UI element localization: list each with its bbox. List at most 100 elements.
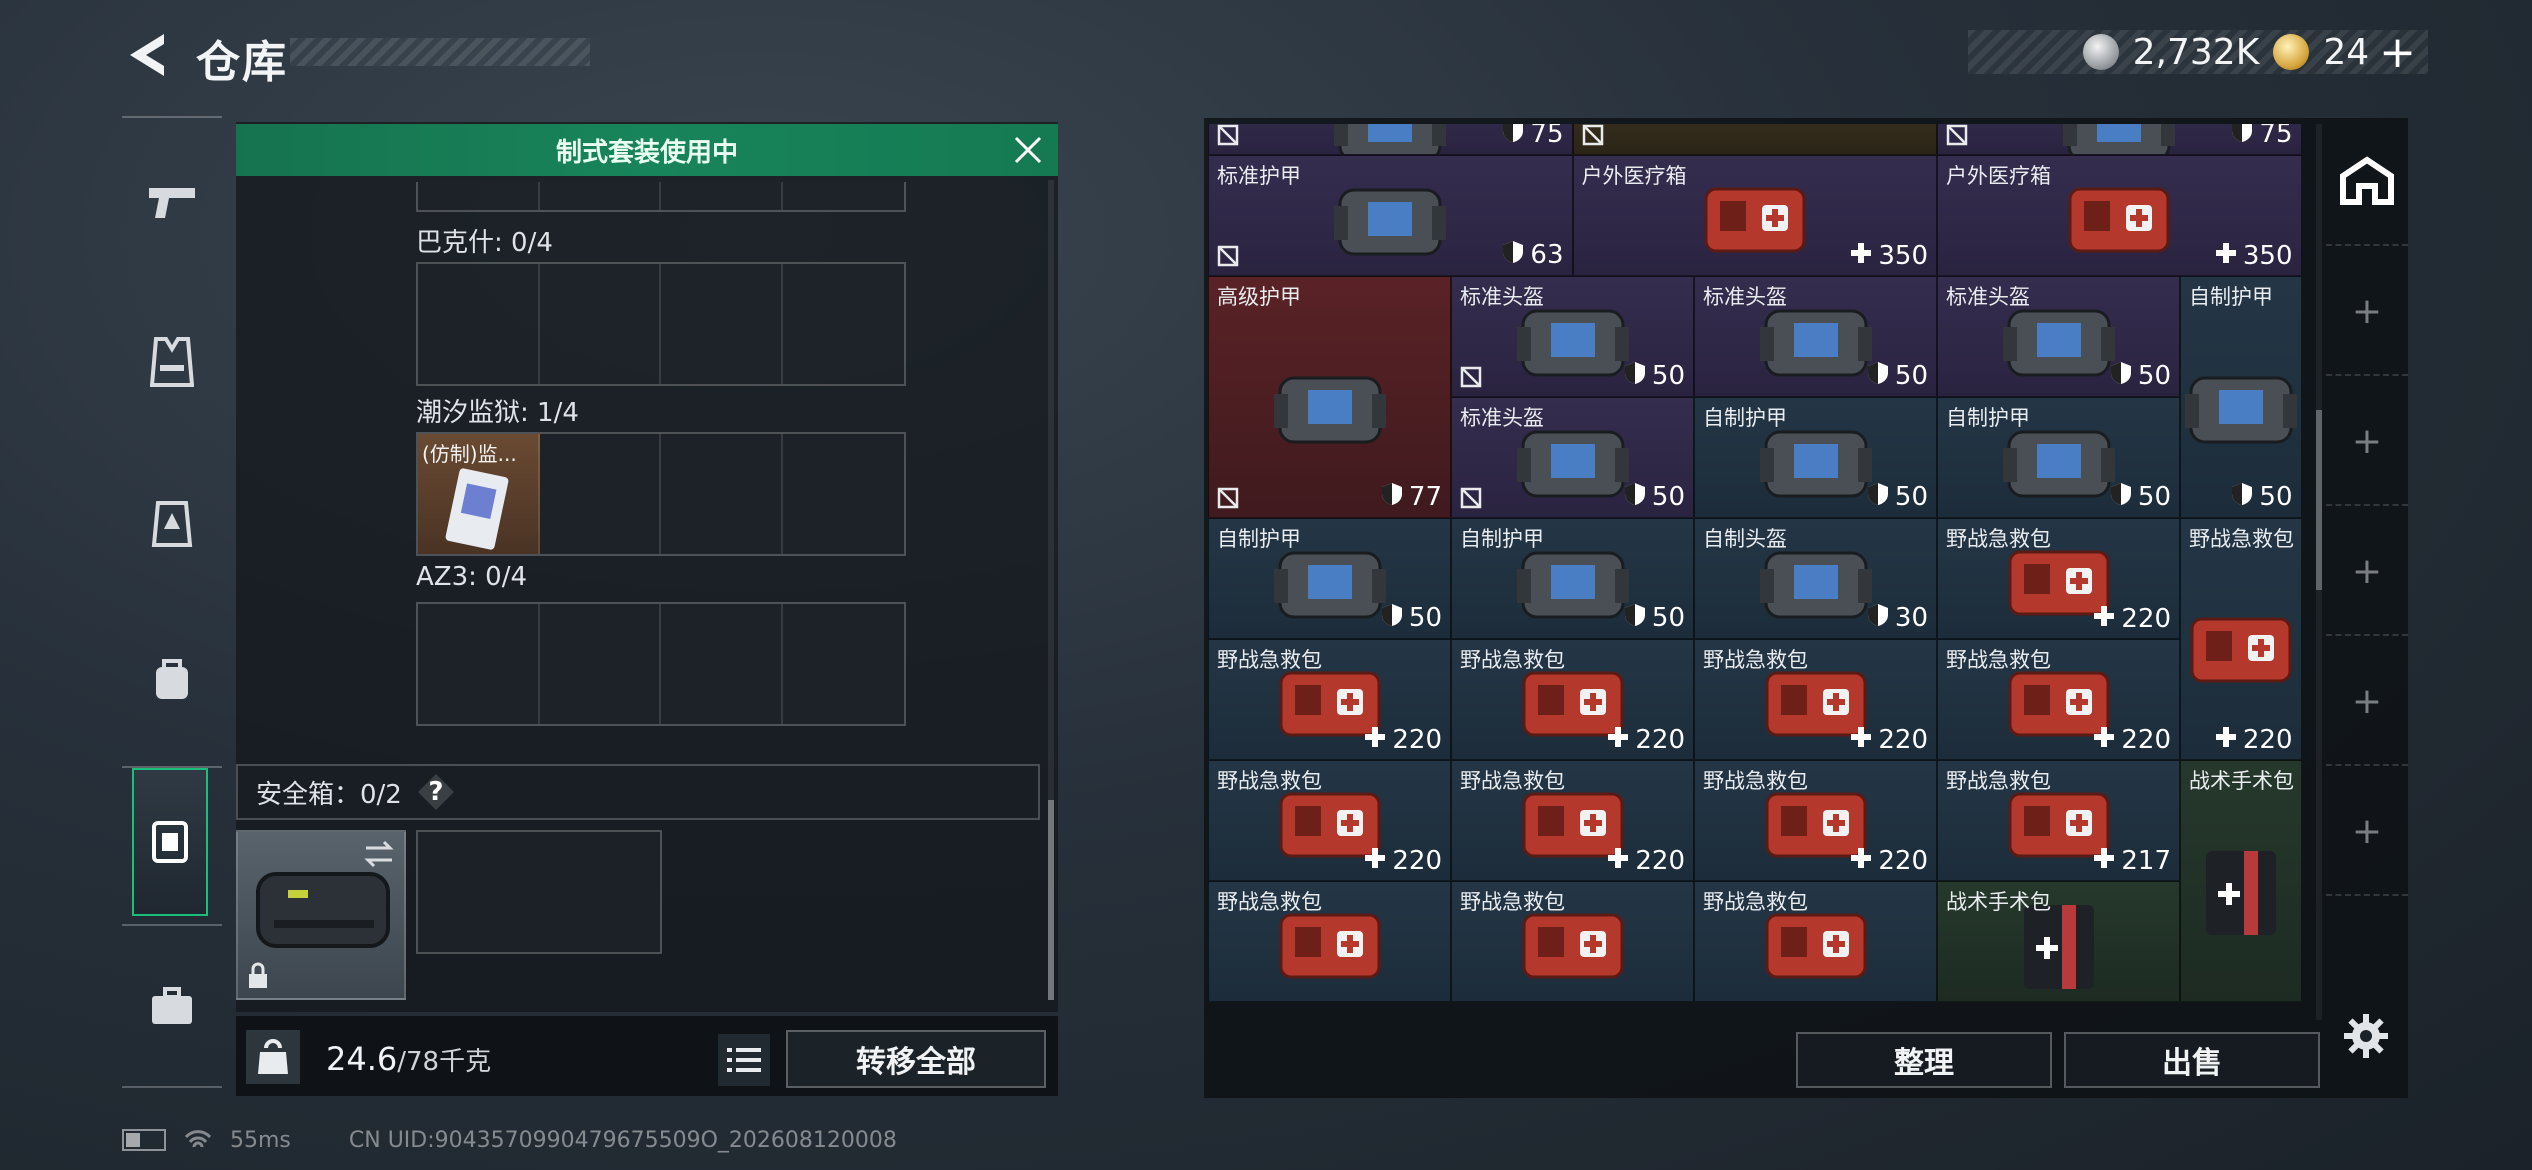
heal-cross-icon (2093, 725, 2115, 755)
safebox-empty-slot[interactable] (416, 830, 662, 954)
safebox-item[interactable] (236, 830, 406, 1000)
list-view-button[interactable] (718, 1034, 770, 1086)
stash-item[interactable]: 自制护甲 50 (1694, 396, 1937, 518)
stash-item[interactable]: 野战急救包 220 (1937, 638, 2180, 760)
add-currency-button[interactable]: + (2379, 27, 2416, 78)
stash-item[interactable]: 野战急救包 220 (1937, 517, 2180, 639)
stash-item-value: 220 (1364, 725, 1442, 755)
stash-page-add-tab[interactable]: + (2326, 768, 2408, 896)
stash-item-value-text: 220 (1392, 724, 1442, 755)
stash-item[interactable]: 战术手术包 (2180, 759, 2302, 1002)
stash-item-name: 标准头盔 (1460, 405, 1544, 430)
stash-page-add-tab[interactable]: + (2326, 248, 2408, 376)
stash-item[interactable]: 户外医疗箱 350 (1937, 154, 2302, 276)
stash-item[interactable]: 野战急救包 (1694, 880, 1937, 1002)
item-icon (2196, 841, 2286, 945)
stash-item[interactable]: 自制头盔 30 (1694, 517, 1937, 639)
stash-item[interactable]: 标准头盔 50 (1451, 275, 1694, 397)
wifi-icon (184, 1130, 212, 1148)
slot-grid-tidal[interactable]: (仿制)监... (416, 432, 906, 556)
toolbox-tab[interactable] (130, 964, 214, 1048)
stash-item-value-text: 75 (2259, 124, 2293, 149)
gear-icon (2344, 1014, 2388, 1058)
loadout-scrollbar-thumb[interactable] (1048, 800, 1054, 1000)
stash-page-add-tab[interactable]: + (2326, 378, 2408, 506)
stash-item[interactable]: 野战急救包 220 (1694, 638, 1937, 760)
safebox-icon (152, 821, 188, 863)
sort-button[interactable]: 整理 (1796, 1032, 2052, 1088)
stash-item[interactable]: 户外医疗箱 350 (1572, 154, 1937, 276)
stash-page-rail: + + + + + (2326, 118, 2408, 1018)
tidal-item-card[interactable]: (仿制)监... (418, 434, 540, 554)
backpack-tab[interactable] (130, 636, 214, 720)
stash-item-name: 标准头盔 (1460, 284, 1544, 309)
safebox-tab[interactable] (132, 768, 208, 916)
stash-item[interactable]: 野战急救包 (1451, 880, 1694, 1002)
lock-icon (249, 962, 267, 988)
stash-item-value: 77 (1381, 482, 1442, 513)
stash-item[interactable]: 高级护甲 77 (1208, 275, 1451, 518)
stash-item[interactable]: 战术手术包 (1937, 880, 2180, 1002)
transfer-all-button[interactable]: 转移全部 (786, 1030, 1046, 1088)
stash-item[interactable]: 标准头盔 50 (1451, 396, 1694, 518)
stash-item[interactable]: 野战急救包 220 (1451, 759, 1694, 881)
stash-item[interactable]: 野战急救包 220 (1208, 638, 1451, 760)
kit-banner: 制式套装使用中 (236, 124, 1058, 176)
stash-item-name: 野战急救包 (1217, 889, 1322, 914)
armor-tab[interactable] (130, 320, 214, 404)
stash-item[interactable]: 标准头盔 50 (1694, 275, 1937, 397)
stash-item[interactable]: 自制护甲 50 (2180, 275, 2302, 518)
stash-item-name: 自制头盔 (1703, 526, 1787, 551)
stash-item[interactable]: 标准护甲 63 (1208, 154, 1573, 276)
stash-item[interactable]: 自制护甲 50 (1451, 517, 1694, 639)
stash-page-add-tab[interactable]: + (2326, 508, 2408, 636)
weapon-tab[interactable] (130, 160, 214, 244)
rig-tab[interactable] (130, 482, 214, 566)
no-insure-icon (1217, 487, 1239, 509)
no-insure-icon (1460, 366, 1482, 388)
stash-item[interactable]: 自制护甲 50 (1937, 396, 2180, 518)
stash-item[interactable]: 野战急救包 217 (1937, 759, 2180, 881)
stash-item-name: 自制护甲 (1703, 405, 1787, 430)
stash-item-name: 标准头盔 (1703, 284, 1787, 309)
stash-item[interactable]: 75 (1208, 124, 1573, 155)
armor-icon (2181, 364, 2301, 454)
help-button[interactable]: ? (416, 772, 456, 812)
stash-item[interactable]: 标准头盔 50 (1937, 275, 2180, 397)
stash-item[interactable]: 野战急救包 220 (1208, 759, 1451, 881)
stash-item-name: 战术手术包 (1946, 889, 2051, 914)
section-label-bakshi: 巴克什: 0/4 (416, 228, 553, 258)
stash-item[interactable]: 野战急救包 220 (2180, 517, 2302, 760)
stash-home-tab[interactable] (2326, 118, 2408, 246)
close-icon[interactable] (1012, 134, 1044, 166)
stash-page-add-tab[interactable]: + (2326, 638, 2408, 766)
stash-grid: 75 75 标准护甲 63 户外医疗箱 350 户外医疗箱 350 高级护甲 77 标准头盔 50 标准… (1208, 124, 2308, 1020)
stash-item-value-text: 30 (1894, 603, 1928, 633)
stash-item[interactable]: 75 (1937, 124, 2302, 155)
weight-icon (246, 1030, 300, 1084)
slot-grid-az3[interactable] (416, 602, 906, 726)
sell-button[interactable]: 出售 (2064, 1032, 2320, 1088)
stash-item[interactable] (1572, 124, 1937, 155)
slot-grid-bakshi[interactable] (416, 262, 906, 386)
stash-item[interactable]: 野战急救包 220 (1451, 638, 1694, 760)
stash-item-value: 50 (1867, 482, 1928, 513)
stash-scrollbar-thumb[interactable] (2316, 410, 2322, 590)
stash-item-name: 野战急救包 (1217, 647, 1322, 672)
swap-icon[interactable] (362, 840, 396, 868)
stash-item[interactable]: 自制护甲 50 (1208, 517, 1451, 639)
currency-bar: 2,732K 24 + (1968, 27, 2428, 78)
back-button[interactable] (118, 30, 178, 80)
stash-item[interactable]: 野战急救包 220 (1694, 759, 1937, 881)
shield-icon (1867, 361, 1889, 392)
stash-item[interactable]: 野战急救包 (1208, 880, 1451, 1002)
armor-icon (1270, 364, 1390, 454)
status-row: 55ms CN UID:9043570990479675509O_2026081… (122, 1120, 897, 1160)
no-insure-icon (1582, 124, 1604, 146)
settings-button[interactable] (2336, 1006, 2396, 1066)
briefcase-icon (152, 987, 192, 1024)
stash-item-name: 自制护甲 (1217, 526, 1301, 551)
no-insure-icon (1460, 487, 1482, 509)
stash-item-name: 野战急救包 (1217, 768, 1322, 793)
stash-item-name: 标准护甲 (1217, 163, 1301, 188)
